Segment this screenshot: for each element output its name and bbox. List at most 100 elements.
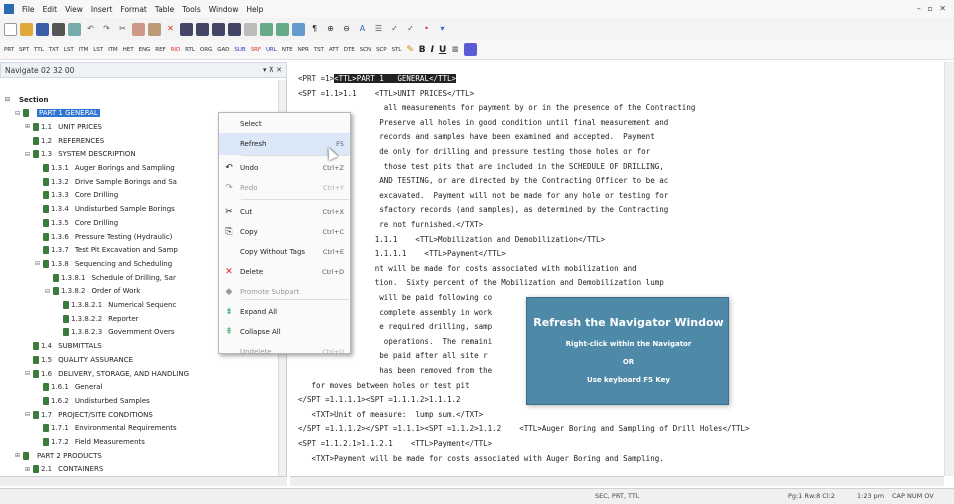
tree-toggle-icon[interactable]: ⊞ xyxy=(24,123,31,130)
tag-org[interactable]: ORG xyxy=(200,47,212,53)
tag-npr[interactable]: NPR xyxy=(298,47,309,53)
tree-node[interactable]: ⊟ 1.7 PROJECT/SITE CONDITIONS xyxy=(24,409,153,420)
undo-toolbar-icon[interactable]: ↶ xyxy=(84,23,97,36)
abc-icon[interactable]: A xyxy=(356,23,369,36)
tree-node[interactable]: 1.3.8.2.1 Numerical Sequenc xyxy=(54,300,176,311)
tree-node[interactable]: 1.3.3 Core Drilling xyxy=(34,190,118,201)
tag-lst[interactable]: LST xyxy=(64,47,74,53)
tag-att[interactable]: ATT xyxy=(329,47,339,53)
italic-button[interactable]: I xyxy=(431,45,434,55)
open-icon[interactable] xyxy=(20,22,33,36)
tree-node[interactable]: 1.3.2 Drive Sample Borings and Sa xyxy=(34,176,177,187)
zoom-out-icon[interactable]: ⊖ xyxy=(340,23,353,36)
tag-rid[interactable]: RID xyxy=(171,47,181,53)
tag-url[interactable]: URL xyxy=(266,47,277,53)
tree-node[interactable]: 1.5 QUALITY ASSURANCE xyxy=(24,354,133,365)
tree-node[interactable]: ⊟ 1.6 DELIVERY, STORAGE, AND HANDLING xyxy=(24,368,189,379)
tree-node[interactable]: 1.6.1 General xyxy=(34,382,102,393)
tree-node[interactable]: 1.3.8.2.2 Reporter xyxy=(54,313,139,324)
tree-node[interactable]: ⊞ PART 2 PRODUCTS xyxy=(14,450,102,461)
menu-help[interactable]: Help xyxy=(242,5,267,14)
tag-lst2[interactable]: LST xyxy=(93,47,103,53)
check2-icon[interactable]: ✓ xyxy=(404,23,417,36)
redo-toolbar-icon[interactable]: ↷ xyxy=(100,23,113,36)
tag-txt[interactable]: TXT xyxy=(49,47,59,53)
table-icon[interactable] xyxy=(463,43,477,56)
tree-toggle-icon[interactable]: ⊟ xyxy=(34,260,41,267)
preview-icon[interactable] xyxy=(68,22,81,36)
context-menu-item[interactable]: Copy Without Tags Ctrl+E xyxy=(219,241,350,263)
window-controls[interactable]: – ▫ ✕ xyxy=(917,4,948,13)
replace-icon[interactable] xyxy=(212,22,225,36)
paragraph-icon[interactable]: ¶ xyxy=(308,23,321,36)
print-icon[interactable] xyxy=(52,22,65,36)
tree-node[interactable]: 1.2 REFERENCES xyxy=(24,135,104,146)
tag-srf[interactable]: SRF xyxy=(251,47,261,53)
tree-toggle-icon[interactable]: ⊞ xyxy=(24,466,31,473)
tree-node[interactable]: ⊟ 1.3.8 Sequencing and Scheduling xyxy=(34,258,172,269)
check-icon[interactable]: ✓ xyxy=(388,23,401,36)
editor-pane[interactable]: <PRT =1><TTL>PART 1 GENERAL</TTL> <SPT =1… xyxy=(290,62,944,476)
new-icon[interactable] xyxy=(4,22,17,36)
tree-toggle-icon[interactable]: ⊟ xyxy=(44,288,51,295)
tag-ttl[interactable]: TTL xyxy=(34,47,44,53)
save-icon[interactable] xyxy=(36,22,49,36)
tag-het[interactable]: HET xyxy=(123,47,134,53)
copy-toolbar-icon[interactable] xyxy=(132,22,145,36)
delete-toolbar-icon[interactable]: ✕ xyxy=(164,23,177,36)
tree-node[interactable]: ⊟ 1.3.8.2 Order of Work xyxy=(44,286,140,297)
spell-icon[interactable] xyxy=(292,22,305,36)
context-menu-item[interactable]: ↷ Redo Ctrl+Y xyxy=(219,177,350,199)
list-icon[interactable]: ☰ xyxy=(372,23,385,36)
tree-node[interactable]: 1.4 SUBMITTALS xyxy=(24,341,102,352)
tree-node[interactable]: 1.3.1 Auger Borings and Sampling xyxy=(34,163,175,174)
tag-view-icon[interactable] xyxy=(244,22,257,36)
tag-sub[interactable]: SUB xyxy=(234,47,245,53)
menu-format[interactable]: Format xyxy=(116,5,150,14)
tree-node[interactable]: ⊞ 1.1 UNIT PRICES xyxy=(24,121,102,132)
tree-node[interactable]: 1.3.7 Test Pit Excavation and Samp xyxy=(34,245,178,256)
underline-button[interactable]: U xyxy=(439,45,446,55)
context-menu-item[interactable]: Undelete Ctrl+U xyxy=(219,341,350,363)
context-menu-item[interactable]: Select xyxy=(219,113,350,135)
tree-node[interactable]: 1.3.5 Core Drilling xyxy=(34,217,118,228)
tree-toggle-icon[interactable]: ⊟ xyxy=(4,96,11,103)
context-menu-item[interactable]: ✕ Delete Ctrl+D xyxy=(219,261,350,283)
tag-dte[interactable]: DTE xyxy=(344,47,355,53)
tag-stl[interactable]: STL xyxy=(392,47,402,53)
tree-node[interactable]: 1.3.8.2.3 Government Overs xyxy=(54,327,175,338)
tree-node[interactable]: 1.3.6 Pressure Testing (Hydraulic) xyxy=(34,231,172,242)
tag-tst[interactable]: TST xyxy=(314,47,324,53)
tag-prt[interactable]: PRT xyxy=(4,47,14,53)
tag-scn[interactable]: SCN xyxy=(360,47,371,53)
context-menu-item[interactable]: ⇞ Collapse All xyxy=(219,321,350,343)
pin-icon[interactable]: • xyxy=(420,23,433,36)
navigator-hscrollbar[interactable] xyxy=(0,476,287,486)
menu-table[interactable]: Table xyxy=(151,5,178,14)
arrow-down-icon[interactable]: ▾ xyxy=(436,23,449,36)
editor-scrollbar[interactable] xyxy=(944,62,954,476)
tree-node[interactable]: ⊞ 2.1 CONTAINERS xyxy=(24,464,103,475)
menu-window[interactable]: Window xyxy=(205,5,243,14)
tree-node[interactable]: ⊟ 1.3 SYSTEM DESCRIPTION xyxy=(24,149,136,160)
find-icon[interactable] xyxy=(180,22,193,36)
context-menu-item[interactable]: ↶ Undo Ctrl+Z xyxy=(219,157,350,179)
tree-toggle-icon[interactable]: ⊟ xyxy=(24,370,31,377)
menu-file[interactable]: File xyxy=(18,5,39,14)
context-menu-item[interactable]: ⇟ Expand All xyxy=(219,301,350,323)
tree-node[interactable]: ⊟ PART 1 GENERAL xyxy=(14,108,100,119)
tag-itm2[interactable]: ITM xyxy=(108,47,118,53)
align-icon[interactable]: ≡ xyxy=(451,45,459,55)
tag-eng[interactable]: ENG xyxy=(139,47,151,53)
sidebar-icon[interactable] xyxy=(260,22,273,36)
tag-ref[interactable]: REF xyxy=(155,47,165,53)
pencil-icon[interactable]: ✎ xyxy=(406,45,414,55)
menu-tools[interactable]: Tools xyxy=(178,5,204,14)
navigator-controls[interactable]: ▾ ⊼ ✕ xyxy=(263,66,286,74)
tree-node[interactable]: 1.3.4 Undisturbed Sample Borings xyxy=(34,204,175,215)
tree-node[interactable]: 1.3.8.1 Schedule of Drilling, Sar xyxy=(44,272,176,283)
tree-toggle-icon[interactable]: ⊟ xyxy=(24,151,31,158)
tree-toggle-icon[interactable]: ⊟ xyxy=(14,110,21,117)
tree-toggle-icon[interactable]: ⊞ xyxy=(14,452,21,459)
menu-edit[interactable]: Edit xyxy=(39,5,62,14)
